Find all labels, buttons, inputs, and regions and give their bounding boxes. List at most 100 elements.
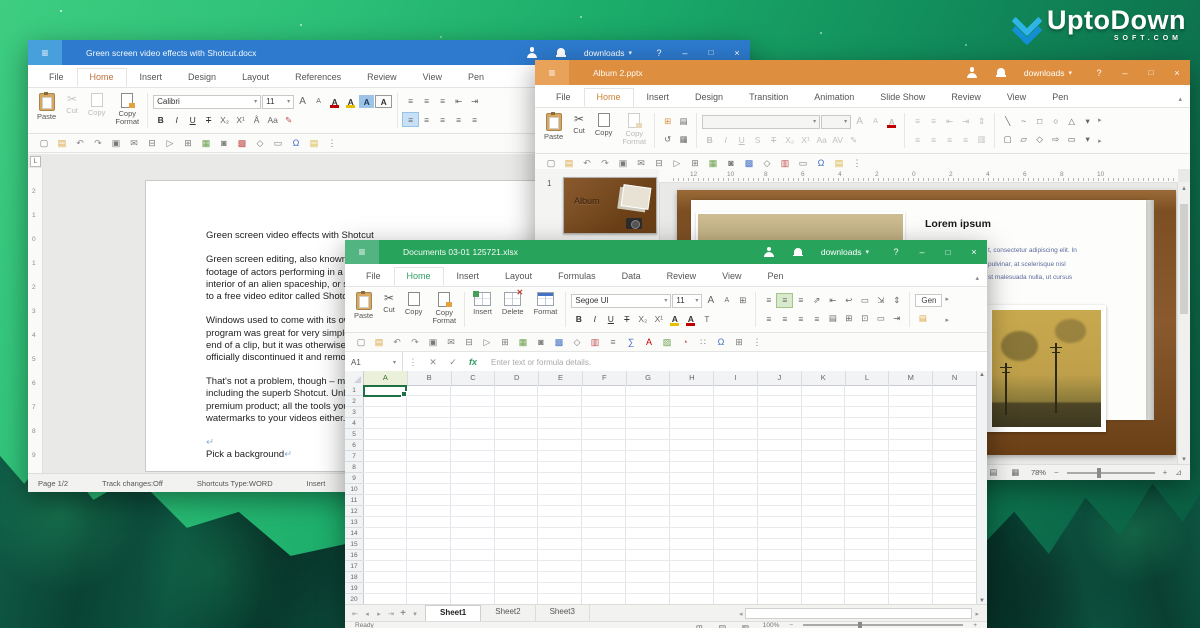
column-header-k[interactable]: K (802, 371, 846, 385)
line-shape-icon[interactable]: ╲ (1000, 115, 1015, 128)
scroll-up-arrow[interactable]: ▲ (977, 372, 987, 378)
prev-sheet-icon[interactable]: ◂ (362, 610, 372, 618)
merge-center-icon[interactable]: ▭ (857, 294, 872, 307)
zoom-out-button[interactable]: − (1054, 468, 1059, 477)
sheet-tab-sheet1[interactable]: Sheet1 (425, 605, 481, 622)
maximize-button[interactable]: □ (1138, 60, 1164, 85)
column-header-g[interactable]: G (627, 371, 671, 385)
new-document-icon[interactable]: ▢ (352, 336, 370, 349)
slide-layout-icon[interactable]: ▤ (676, 115, 691, 128)
more-tools-icon[interactable]: ⋮ (748, 336, 766, 349)
cut-button[interactable]: ✂Cut (378, 289, 400, 330)
shrink-font-icon[interactable]: A (311, 95, 326, 108)
tab-insert[interactable]: Insert (634, 88, 683, 107)
pie-chart-icon[interactable]: ◔ (676, 336, 694, 349)
slide-thumbnail-1[interactable]: Album (563, 177, 657, 234)
zoom-slider[interactable] (803, 624, 963, 626)
subscript-icon[interactable]: X₂ (217, 114, 232, 127)
tab-insert[interactable]: Insert (127, 68, 176, 87)
merge-across-icon[interactable]: ▭ (873, 312, 888, 325)
account-menu[interactable]: downloads▾ (584, 48, 632, 58)
row-header-17[interactable]: 17 (345, 561, 363, 572)
sheet-list-button[interactable]: ▾ (410, 610, 420, 618)
superscript-icon[interactable]: X¹ (233, 114, 248, 127)
superscript-icon[interactable]: X¹ (651, 313, 666, 326)
send-email-icon[interactable]: ✉ (442, 336, 460, 349)
char-spacing-icon[interactable]: AV (830, 134, 845, 147)
insert-shape-icon[interactable]: ◇ (568, 336, 586, 349)
format-cells-button[interactable]: Format (529, 289, 563, 330)
scroll-right-arrow[interactable]: ▸ (975, 610, 979, 618)
new-document-icon[interactable]: ▢ (35, 137, 53, 150)
grow-font-icon[interactable]: A (852, 115, 867, 128)
collapse-ribbon-button[interactable]: ▴ (975, 274, 979, 282)
row-header-10[interactable]: 10 (345, 484, 363, 495)
open-folder-icon[interactable]: ▤ (560, 157, 578, 170)
tab-selector[interactable]: L (30, 156, 41, 167)
font-family-select[interactable]: ▾ (702, 115, 820, 129)
connector-shape-icon[interactable]: ~ (1016, 115, 1031, 128)
wrap-text-icon[interactable]: ↩ (841, 294, 856, 307)
column-header-j[interactable]: J (758, 371, 802, 385)
italic-icon[interactable]: I (587, 313, 602, 326)
power-lines-photo[interactable] (987, 305, 1106, 432)
autofit-icon[interactable]: ⇲ (873, 294, 888, 307)
grow-font-icon[interactable]: A (703, 294, 718, 307)
close-button[interactable]: × (1164, 60, 1190, 85)
open-folder-icon[interactable]: ▤ (370, 336, 388, 349)
row-header-3[interactable]: 3 (345, 407, 363, 418)
insert-symbol-icon[interactable]: Ω (287, 137, 305, 150)
number-list-icon[interactable]: ≡ (419, 95, 434, 108)
text-box-icon[interactable]: ▭ (794, 157, 812, 170)
column-header-f[interactable]: F (583, 371, 627, 385)
tab-file[interactable]: File (543, 88, 584, 107)
oval-shape-icon[interactable]: ○ (1048, 115, 1063, 128)
row-header-19[interactable]: 19 (345, 583, 363, 594)
triangle-shape-icon[interactable]: △ (1064, 115, 1079, 128)
tab-transition[interactable]: Transition (736, 88, 801, 107)
note-icon[interactable]: ▤ (830, 157, 848, 170)
save-icon[interactable]: ▣ (614, 157, 632, 170)
zoom-slider-handle[interactable] (858, 621, 862, 628)
justify-icon[interactable]: ≡ (451, 113, 466, 126)
tab-slide-show[interactable]: Slide Show (867, 88, 938, 107)
add-sheet-button[interactable]: + (398, 608, 408, 619)
column-header-b[interactable]: B (408, 371, 452, 385)
font-family-select[interactable]: Segoe UI▾ (571, 294, 671, 308)
spreadsheet-menu-button[interactable]: ≡ (345, 240, 379, 264)
justify-text-icon[interactable]: ≡ (809, 312, 824, 325)
zoom-slider[interactable] (1067, 472, 1155, 474)
notification-bell-icon[interactable] (996, 67, 1006, 78)
collapse-ribbon-button[interactable]: ▴ (1178, 95, 1182, 103)
font-family-select[interactable]: Calibri▾ (153, 95, 261, 109)
open-folder-icon[interactable]: ▤ (53, 137, 71, 150)
column-header-h[interactable]: H (670, 371, 714, 385)
maximize-button[interactable]: □ (935, 240, 961, 264)
increase-indent-icon[interactable]: ⇥ (467, 95, 482, 108)
section-icon[interactable]: ▦ (676, 133, 691, 146)
copy-format-button[interactable]: Copy Format (617, 110, 651, 151)
copy-format-button[interactable]: Copy Format (427, 289, 461, 330)
row-header-11[interactable]: 11 (345, 495, 363, 506)
column-header-m[interactable]: M (889, 371, 933, 385)
underline-icon[interactable]: U (734, 134, 749, 147)
diamond-shape-icon[interactable]: ◇ (1032, 133, 1047, 146)
name-box[interactable]: A1▾ (345, 352, 403, 372)
font-color-icon[interactable]: A (884, 115, 899, 128)
borders-icon[interactable]: ⊞ (735, 294, 750, 307)
send-email-icon[interactable]: ✉ (125, 137, 143, 150)
sheet-tab-sheet2[interactable]: Sheet2 (481, 605, 535, 622)
new-slide-icon[interactable]: ⊞ (660, 115, 675, 128)
tab-review[interactable]: Review (354, 68, 410, 87)
statistics-icon[interactable]: ∑ (622, 336, 640, 349)
screenshot-icon[interactable]: ◙ (532, 336, 550, 349)
redo-icon[interactable]: ↷ (89, 137, 107, 150)
scroll-up-arrow[interactable]: ▴ (1178, 184, 1190, 192)
tab-home[interactable]: Home (77, 68, 127, 87)
align-bottom-icon[interactable]: ≡ (793, 294, 808, 307)
spacing-icon[interactable]: ⇕ (889, 294, 904, 307)
minimize-button[interactable]: – (1112, 60, 1138, 85)
tab-review[interactable]: Review (654, 267, 710, 286)
shrink-text-icon[interactable]: ⊡ (857, 312, 872, 325)
zoom-level[interactable]: 78% (1031, 468, 1046, 477)
